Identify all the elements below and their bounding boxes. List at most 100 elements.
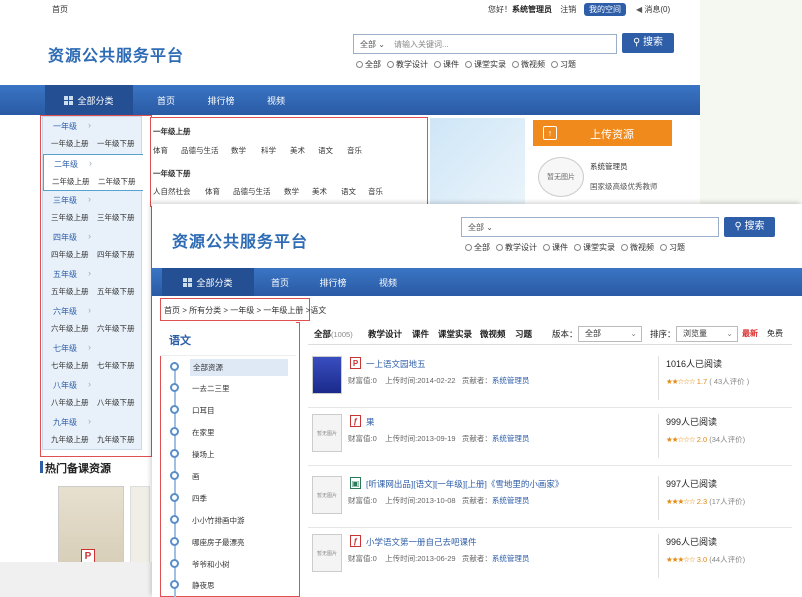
sidebar-item[interactable]: 画 — [170, 467, 290, 485]
messages[interactable]: ◀ 消息(0) — [636, 4, 670, 15]
subject-link[interactable]: 美术 — [312, 186, 327, 197]
version-select[interactable]: 全部 ⌄ — [578, 326, 642, 342]
search-scope-select[interactable]: 全部 ⌄ — [468, 222, 493, 233]
search-button[interactable]: ⚲ 搜索 — [622, 33, 674, 53]
breadcrumb-link[interactable]: 所有分类 — [189, 306, 221, 315]
subject-link[interactable]: 科学 — [261, 145, 276, 156]
grade-down-link[interactable]: 八年级下册 — [97, 397, 135, 408]
grade-up-link[interactable]: 八年级上册 — [51, 397, 89, 408]
result-author[interactable]: 系统管理员 — [492, 554, 530, 563]
upload-button[interactable]: ↑ 上传资源 — [533, 120, 672, 146]
profile-name[interactable]: 系统管理员 — [590, 161, 628, 172]
filter-radio[interactable]: 习题 — [551, 60, 576, 69]
result-author[interactable]: 系统管理员 — [492, 376, 530, 385]
filter-radio[interactable]: 全部 — [356, 60, 381, 69]
result-title[interactable]: 果 — [366, 416, 375, 428]
filter-radio[interactable]: 微视频 — [512, 60, 545, 69]
grade-item[interactable]: 七年级 › 七年级上册 七年级下册 — [43, 339, 143, 376]
search-scope-select[interactable]: 全部 ⌄ — [360, 39, 385, 50]
grade-down-link[interactable]: 二年级下册 — [98, 176, 136, 187]
sort-select[interactable]: 浏览量 ⌄ — [676, 326, 738, 342]
grade-item[interactable]: 一年级 › 一年级上册 一年级下册 — [43, 117, 143, 154]
subject-link[interactable]: 人自然社会 — [153, 186, 191, 197]
grade-item[interactable]: 三年级 › 三年级上册 三年级下册 — [43, 191, 143, 228]
result-title[interactable]: 小学语文第一册自己去吧课件 — [366, 536, 477, 548]
tab-all[interactable]: 全部(1005) — [314, 328, 353, 340]
grade-down-link[interactable]: 一年级下册 — [97, 138, 135, 149]
filter-radio[interactable]: 微视频 — [621, 243, 654, 252]
result-author[interactable]: 系统管理员 — [492, 434, 530, 443]
result-title[interactable]: [听课网出品][语文][一年级][上册]《雪地里的小画家》 — [366, 478, 563, 490]
subject-link[interactable]: 语文 — [318, 145, 333, 156]
sidebar-item[interactable]: 口耳目 — [170, 401, 290, 419]
breadcrumb-link[interactable]: 一年级 — [230, 306, 254, 315]
grade-item[interactable]: 八年级 › 八年级上册 八年级下册 — [43, 376, 143, 413]
result-thumbnail[interactable]: 暂无图片 — [312, 476, 342, 514]
subject-link[interactable]: 语文 — [341, 186, 356, 197]
all-categories-button[interactable]: 全部分类 — [45, 85, 133, 115]
grade-item[interactable]: 四年级 › 四年级上册 四年级下册 — [43, 228, 143, 265]
grade-down-link[interactable]: 五年级下册 — [97, 286, 135, 297]
grade-up-link[interactable]: 五年级上册 — [51, 286, 89, 297]
sidebar-item[interactable]: 哪座房子最漂亮 — [170, 533, 290, 551]
banner-image[interactable] — [430, 118, 525, 204]
filter-radio[interactable]: 教学设计 — [496, 243, 537, 252]
sort-free[interactable]: 免费 — [767, 328, 783, 339]
breadcrumb-link[interactable]: 首页 — [164, 306, 180, 315]
tab-courseware[interactable]: 课件 — [412, 328, 429, 340]
grade-up-link[interactable]: 一年级上册 — [51, 138, 89, 149]
grade-up-link[interactable]: 七年级上册 — [51, 360, 89, 371]
filter-radio[interactable]: 习题 — [660, 243, 685, 252]
breadcrumb-link[interactable]: 一年级上册 — [263, 306, 303, 315]
filter-radio[interactable]: 全部 — [465, 243, 490, 252]
result-thumbnail[interactable]: 暂无图片 — [312, 414, 342, 452]
grade-down-link[interactable]: 四年级下册 — [97, 249, 135, 260]
sidebar-item[interactable]: 一去二三里 — [170, 379, 290, 397]
sidebar-item[interactable]: 在家里 — [170, 423, 290, 441]
home-link[interactable]: 首页 — [52, 4, 68, 15]
grade-up-link[interactable]: 二年级上册 — [52, 176, 90, 187]
grade-down-link[interactable]: 七年级下册 — [97, 360, 135, 371]
nav-ranking[interactable]: 排行榜 — [200, 85, 242, 115]
tab-class-record[interactable]: 课堂实录 — [438, 328, 472, 340]
nav-video[interactable]: 视频 — [370, 268, 406, 296]
sidebar-item[interactable]: 小小竹排画中游 — [170, 511, 290, 529]
tab-lesson-design[interactable]: 教学设计 — [368, 328, 402, 340]
grade-up-link[interactable]: 六年级上册 — [51, 323, 89, 334]
username[interactable]: 系统管理员 — [512, 5, 552, 14]
sort-newest[interactable]: 最新 — [742, 328, 758, 339]
site-logo[interactable]: 资源公共服务平台 — [48, 42, 184, 66]
result-author[interactable]: 系统管理员 — [492, 496, 530, 505]
grade-down-link[interactable]: 六年级下册 — [97, 323, 135, 334]
search-input[interactable]: 请输入关键词... — [394, 39, 449, 50]
subject-link[interactable]: 美术 — [290, 145, 305, 156]
sidebar-item[interactable]: 静夜思 — [170, 576, 290, 594]
sidebar-item[interactable]: 四季 — [170, 489, 290, 507]
grade-item[interactable]: 五年级 › 五年级上册 五年级下册 — [43, 265, 143, 302]
grade-item[interactable]: 六年级 › 六年级上册 六年级下册 — [43, 302, 143, 339]
search-box[interactable]: 全部 ⌄ 请输入关键词... — [353, 34, 617, 54]
grade-item[interactable]: 九年级 › 九年级上册 九年级下册 — [43, 413, 143, 450]
grade-down-link[interactable]: 三年级下册 — [97, 212, 135, 223]
tab-exercises[interactable]: 习题 — [515, 328, 532, 340]
filter-radio[interactable]: 课堂实录 — [465, 60, 506, 69]
result-thumbnail[interactable]: 暂无图片 — [312, 534, 342, 572]
result-thumbnail[interactable] — [312, 356, 342, 394]
my-space-button[interactable]: 我的空间 — [584, 3, 626, 16]
subject-link[interactable]: 数学 — [231, 145, 246, 156]
nav-home[interactable]: 首页 — [262, 268, 298, 296]
filter-radio[interactable]: 教学设计 — [387, 60, 428, 69]
subject-link[interactable]: 数学 — [284, 186, 299, 197]
grade-item[interactable]: 二年级 › 二年级上册 二年级下册 — [43, 154, 143, 191]
nav-video[interactable]: 视频 — [258, 85, 294, 115]
site-logo-front[interactable]: 资源公共服务平台 — [172, 228, 308, 252]
nav-home[interactable]: 首页 — [148, 85, 184, 115]
nav-ranking[interactable]: 排行榜 — [312, 268, 354, 296]
sidebar-item[interactable]: 全部资源 — [170, 358, 290, 376]
subject-link[interactable]: 品德与生活 — [181, 145, 219, 156]
subject-link[interactable]: 体育 — [205, 186, 220, 197]
subject-link[interactable]: 音乐 — [368, 186, 383, 197]
grade-up-link[interactable]: 四年级上册 — [51, 249, 89, 260]
all-categories-button[interactable]: 全部分类 — [162, 268, 254, 296]
grade-up-link[interactable]: 九年级上册 — [51, 434, 89, 445]
